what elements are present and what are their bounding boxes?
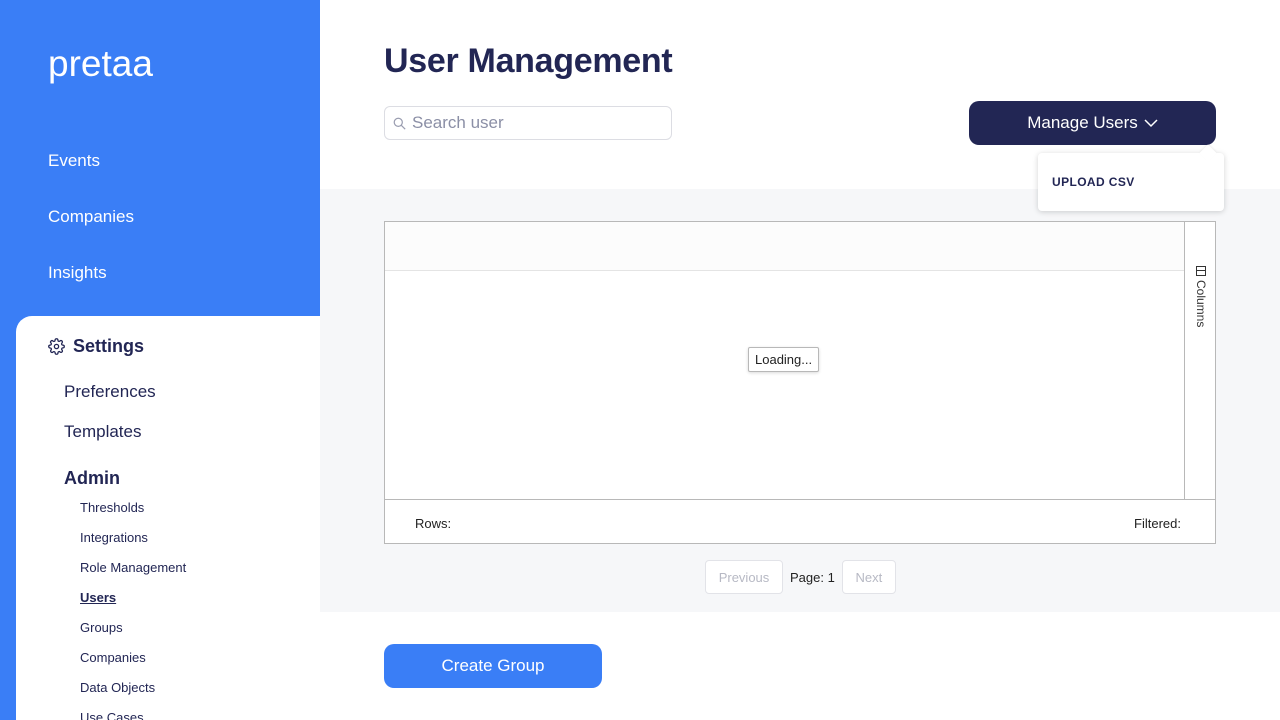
- pagination: Previous Page: 1 Next: [705, 560, 896, 594]
- settings-item-templates[interactable]: Templates: [64, 422, 141, 442]
- pretaa-logo[interactable]: pretaa: [48, 44, 172, 84]
- page-indicator: Page: 1: [790, 569, 835, 585]
- svg-text:pretaa: pretaa: [48, 44, 153, 84]
- grid-status-bar: Rows: Filtered:: [385, 499, 1215, 543]
- admin-item-integrations[interactable]: Integrations: [80, 530, 148, 545]
- admin-item-role-management[interactable]: Role Management: [80, 560, 186, 575]
- admin-header[interactable]: Admin: [64, 468, 120, 489]
- admin-item-users[interactable]: Users: [80, 590, 116, 605]
- nav-item-events[interactable]: Events: [48, 150, 134, 206]
- page-title: User Management: [384, 42, 673, 80]
- create-group-button[interactable]: Create Group: [384, 644, 602, 688]
- nav-item-insights[interactable]: Insights: [48, 262, 134, 318]
- admin-item-groups[interactable]: Groups: [80, 620, 123, 635]
- settings-item-preferences[interactable]: Preferences: [64, 382, 156, 402]
- columns-tab-label: Columns: [1194, 280, 1208, 328]
- users-grid: Columns Loading... Rows: Filtered:: [384, 221, 1216, 544]
- admin-item-data-objects[interactable]: Data Objects: [80, 680, 155, 695]
- search-icon: [393, 117, 406, 130]
- manage-users-button[interactable]: Manage Users: [969, 101, 1216, 145]
- next-page-button[interactable]: Next: [841, 560, 896, 594]
- search-box[interactable]: [384, 106, 672, 140]
- admin-item-companies[interactable]: Companies: [80, 650, 146, 665]
- columns-tab[interactable]: Columns: [1194, 266, 1208, 327]
- rows-count-label: Rows:: [415, 516, 452, 531]
- grid-side-bar: Columns: [1184, 222, 1215, 499]
- admin-item-use-cases[interactable]: Use Cases: [80, 710, 144, 720]
- grid-header: [385, 222, 1185, 271]
- settings-label: Settings: [73, 336, 145, 356]
- nav-item-companies[interactable]: Companies: [48, 206, 134, 262]
- manage-users-dropdown: UPLOAD CSV: [1038, 144, 1224, 211]
- chevron-down-icon: [1144, 119, 1158, 128]
- manage-users-label: Manage Users: [1027, 113, 1138, 132]
- settings-header[interactable]: Settings: [48, 336, 144, 357]
- upload-csv-menu-item[interactable]: UPLOAD CSV: [1052, 175, 1135, 189]
- filtered-count-label: Filtered:: [1134, 516, 1181, 531]
- search-input[interactable]: [412, 107, 667, 139]
- settings-panel: Settings Preferences Templates Admin Thr…: [16, 316, 320, 720]
- loading-overlay: Loading...: [748, 347, 820, 372]
- admin-item-thresholds[interactable]: Thresholds: [80, 500, 144, 515]
- previous-page-button[interactable]: Previous: [705, 560, 783, 594]
- columns-icon: [1196, 266, 1206, 276]
- primary-nav: Events Companies Insights: [48, 150, 134, 318]
- sidebar: pretaa Events Companies Insights Setting…: [0, 0, 320, 720]
- gear-icon: [48, 338, 65, 355]
